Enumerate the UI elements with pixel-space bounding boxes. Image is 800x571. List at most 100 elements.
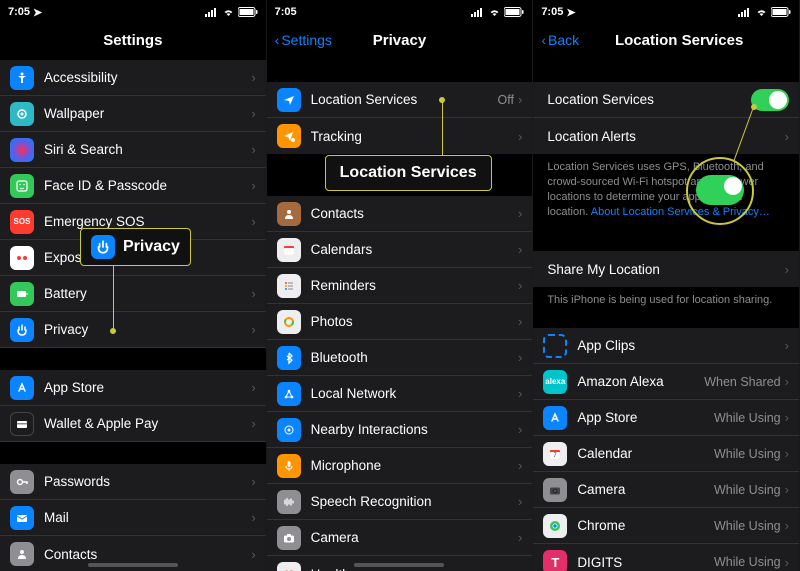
- speech-icon: [277, 490, 301, 514]
- back-label: Back: [548, 32, 579, 48]
- status-icons: [738, 7, 791, 17]
- row-location-services-toggle[interactable]: Location Services: [533, 82, 799, 118]
- chevron-icon: ›: [251, 106, 255, 121]
- row-label: Emergency SOS: [44, 214, 251, 229]
- row-alexa[interactable]: alexaAmazon AlexaWhen Shared›: [533, 364, 799, 400]
- row-value: While Using: [714, 447, 781, 461]
- page-title: Location Services: [615, 32, 743, 49]
- row-faceid[interactable]: Face ID & Passcode›: [0, 168, 266, 204]
- row-calendars[interactable]: Calendars›: [267, 232, 533, 268]
- row-label: App Clips: [577, 338, 784, 353]
- row-passwords[interactable]: Passwords›: [0, 464, 266, 500]
- status-time: 7:05: [8, 6, 30, 18]
- row-digits[interactable]: TDIGITSWhile Using›: [533, 544, 799, 571]
- row-value: While Using: [714, 519, 781, 533]
- row-accessibility[interactable]: Accessibility›: [0, 60, 266, 96]
- phone-settings: 7:05➤ Settings Accessibility› Wallpaper›…: [0, 0, 267, 571]
- row-camera[interactable]: Camera›: [267, 520, 533, 556]
- status-bar: 7:05: [267, 0, 533, 20]
- chevron-icon: ›: [785, 338, 789, 353]
- back-button[interactable]: ‹Back: [541, 32, 579, 48]
- row-label: Wallpaper: [44, 106, 251, 121]
- row-share-location[interactable]: Share My Location›: [533, 251, 799, 287]
- row-appstore[interactable]: App Store›: [0, 370, 266, 406]
- row-appstore[interactable]: App StoreWhile Using›: [533, 400, 799, 436]
- row-appclips[interactable]: App Clips›: [533, 328, 799, 364]
- phone-privacy: 7:05 ‹Settings Privacy Location Services…: [267, 0, 534, 571]
- row-value: While Using: [714, 483, 781, 497]
- row-camera[interactable]: CameraWhile Using›: [533, 472, 799, 508]
- chevron-icon: ›: [251, 380, 255, 395]
- location-icon: [277, 88, 301, 112]
- alexa-icon: alexa: [543, 370, 567, 394]
- row-bluetooth[interactable]: Bluetooth›: [267, 340, 533, 376]
- header: ‹Back Location Services: [533, 20, 799, 60]
- header: Settings: [0, 20, 266, 60]
- settings-list: Accessibility› Wallpaper› Siri & Search›…: [0, 60, 266, 571]
- chevron-icon: ›: [518, 242, 522, 257]
- row-siri[interactable]: Siri & Search›: [0, 132, 266, 168]
- chevron-icon: ›: [785, 555, 789, 570]
- row-label: Photos: [311, 314, 518, 329]
- row-label: Camera: [577, 482, 714, 497]
- contacts-icon: [277, 202, 301, 226]
- row-value: While Using: [714, 411, 781, 425]
- row-label: Calendar: [577, 446, 714, 461]
- chevron-icon: ›: [785, 374, 789, 389]
- chevron-icon: ›: [518, 458, 522, 473]
- row-tracking[interactable]: Tracking›: [267, 118, 533, 154]
- row-location-services[interactable]: Location ServicesOff›: [267, 82, 533, 118]
- battery-icon: [238, 7, 258, 17]
- row-contacts[interactable]: Contacts›: [267, 196, 533, 232]
- row-reminders[interactable]: Reminders›: [267, 268, 533, 304]
- row-calendar[interactable]: 7CalendarWhile Using›: [533, 436, 799, 472]
- localnetwork-icon: [277, 382, 301, 406]
- back-label: Settings: [281, 32, 332, 48]
- row-speech[interactable]: Speech Recognition›: [267, 484, 533, 520]
- row-wallpaper[interactable]: Wallpaper›: [0, 96, 266, 132]
- photos-icon: [277, 310, 301, 334]
- row-mic[interactable]: Microphone›: [267, 448, 533, 484]
- chevron-icon: ›: [251, 547, 255, 562]
- privacy-list-2: Contacts› Calendars› Reminders› Photos› …: [267, 196, 533, 571]
- row-location-alerts[interactable]: Location Alerts›: [533, 118, 799, 154]
- wifi-icon: [222, 8, 235, 17]
- row-label: DIGITS: [577, 555, 714, 570]
- siri-icon: [10, 138, 34, 162]
- row-mail[interactable]: Mail›: [0, 500, 266, 536]
- status-bar: 7:05➤: [0, 0, 266, 20]
- row-label: App Store: [577, 410, 714, 425]
- privacy-callout-icon: [91, 235, 115, 259]
- chevron-icon: ›: [518, 422, 522, 437]
- chevron-icon: ›: [251, 214, 255, 229]
- row-label: App Store: [44, 380, 251, 395]
- page-title: Settings: [103, 32, 162, 49]
- callout-privacy: Privacy: [80, 228, 191, 266]
- row-localnetwork[interactable]: Local Network›: [267, 376, 533, 412]
- row-label: Location Services: [547, 92, 751, 107]
- row-label: Siri & Search: [44, 142, 251, 157]
- accessibility-icon: [10, 66, 34, 90]
- row-privacy[interactable]: Privacy›: [0, 312, 266, 348]
- row-photos[interactable]: Photos›: [267, 304, 533, 340]
- row-chrome[interactable]: ChromeWhile Using›: [533, 508, 799, 544]
- back-button[interactable]: ‹Settings: [275, 32, 332, 48]
- row-battery[interactable]: Battery›: [0, 276, 266, 312]
- camera-icon: [277, 526, 301, 550]
- chevron-icon: ›: [251, 286, 255, 301]
- row-label: Location Alerts: [547, 129, 784, 144]
- anno-line: [442, 102, 443, 155]
- row-label: Battery: [44, 286, 251, 301]
- status-icons: [471, 7, 524, 17]
- row-label: Wallet & Apple Pay: [44, 416, 251, 431]
- mic-icon: [277, 454, 301, 478]
- header: ‹Settings Privacy: [267, 20, 533, 60]
- passwords-icon: [10, 470, 34, 494]
- chevron-icon: ›: [518, 530, 522, 545]
- chevron-icon: ›: [251, 510, 255, 525]
- row-label: Contacts: [311, 206, 518, 221]
- status-time: 7:05: [275, 6, 297, 18]
- row-nearby[interactable]: Nearby Interactions›: [267, 412, 533, 448]
- row-wallet[interactable]: Wallet & Apple Pay›: [0, 406, 266, 442]
- row-label: Microphone: [311, 458, 518, 473]
